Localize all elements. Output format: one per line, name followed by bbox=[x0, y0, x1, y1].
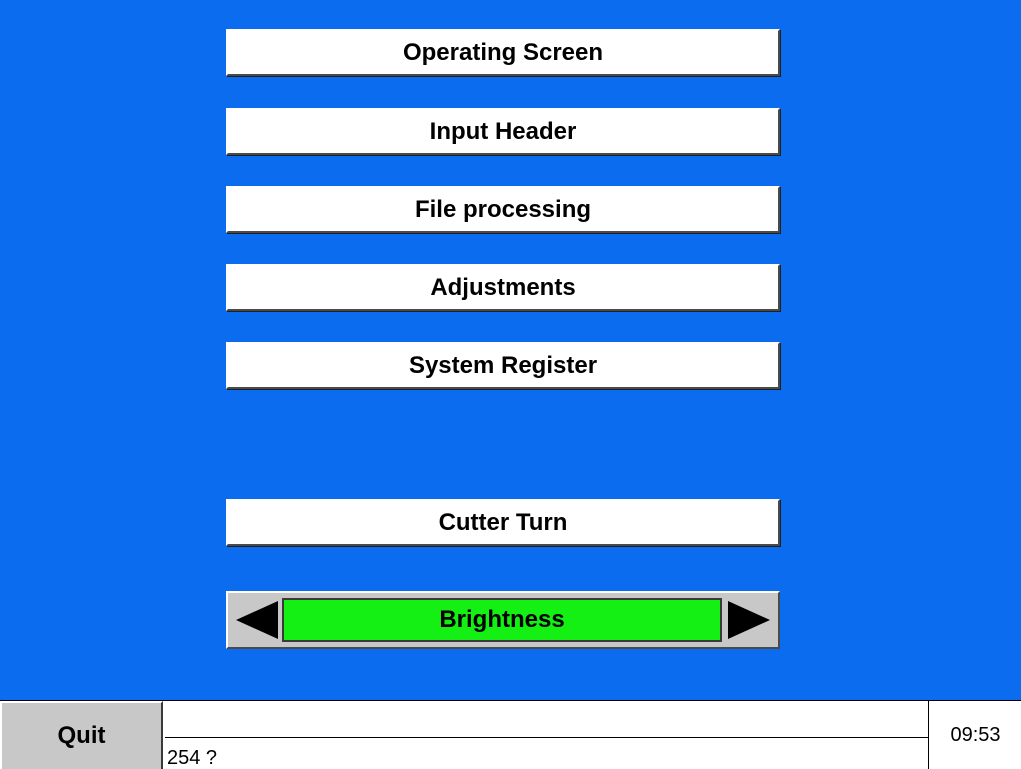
input-header-button[interactable]: Input Header bbox=[226, 108, 780, 155]
status-bar: Quit 254 ? 09:53 bbox=[0, 700, 1021, 769]
system-register-button[interactable]: System Register bbox=[226, 342, 780, 389]
triangle-left-icon bbox=[236, 601, 278, 639]
main-menu-area: Operating Screen Input Header File proce… bbox=[0, 0, 1021, 700]
adjustments-button[interactable]: Adjustments bbox=[226, 264, 780, 311]
brightness-label: Brightness bbox=[282, 598, 722, 642]
quit-button[interactable]: Quit bbox=[0, 701, 163, 769]
brightness-increase-button[interactable] bbox=[726, 599, 774, 641]
brightness-decrease-button[interactable] bbox=[232, 599, 280, 641]
operating-screen-button[interactable]: Operating Screen bbox=[226, 29, 780, 76]
cutter-turn-button[interactable]: Cutter Turn bbox=[226, 499, 780, 546]
clock: 09:53 bbox=[950, 723, 1001, 746]
file-processing-button[interactable]: File processing bbox=[226, 186, 780, 233]
brightness-control: Brightness bbox=[226, 591, 780, 649]
triangle-right-icon bbox=[728, 601, 770, 639]
message-line-2: 254 ? bbox=[165, 738, 929, 769]
message-line-1 bbox=[165, 701, 929, 738]
